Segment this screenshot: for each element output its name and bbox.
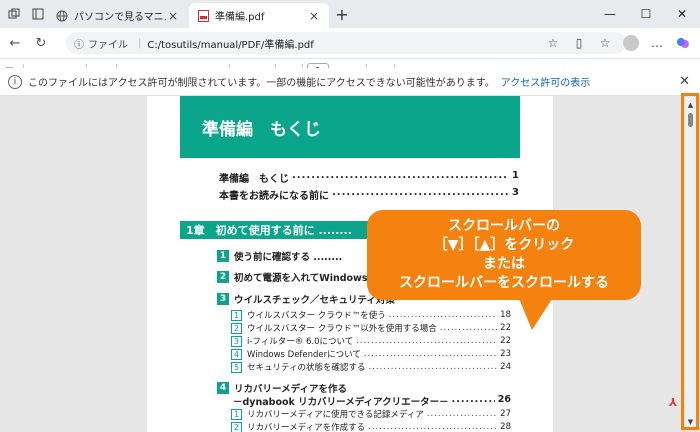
tab-label: パソコンで見るマニュアル <box>74 12 166 23</box>
tab-label: 準備編.pdf <box>215 12 265 23</box>
workspaces-icon[interactable] <box>4 4 24 24</box>
maximize-icon[interactable]: ☐ <box>628 0 664 28</box>
toc-entry[interactable]: 準備編 もくじ ................................… <box>219 170 519 185</box>
adobe-pdf-icon[interactable]: ⅄ <box>666 396 680 410</box>
permission-infobar: i このファイルにはアクセス許可が制限されています。一部の機能にアクセスできない… <box>0 68 700 96</box>
window-close-icon[interactable]: ✕ <box>664 0 700 28</box>
toc-subsection[interactable]: 4 Windows Defenderについて .................… <box>231 348 511 360</box>
back-icon[interactable]: ← <box>4 32 26 54</box>
callout-pointer <box>518 296 554 330</box>
toc-subsection[interactable]: 1 ウイルスバスター クラウド™を使う ....................… <box>231 309 511 321</box>
infobar-message: このファイルにはアクセス許可が制限されています。一部の機能にアクセスできない可能… <box>28 78 495 89</box>
toc-section[interactable]: 3 ウイルスチェック／セキュリティ対策 <box>217 292 395 306</box>
profile-avatar[interactable] <box>620 32 642 54</box>
toc-subsection[interactable]: 2 ウイルスバスター クラウド™以外を使用する場合 ..............… <box>231 322 511 334</box>
tab-manual[interactable]: パソコンで見るマニュアル × <box>48 3 188 28</box>
favorites-icon[interactable]: ☆ <box>594 32 616 54</box>
new-tab-icon[interactable]: + <box>333 5 351 24</box>
toc-subsection[interactable]: 1 リカバリーメディアに使用できる記録メディア ................… <box>231 408 511 420</box>
scrollbar-highlight-frame <box>681 93 699 430</box>
toc-section[interactable]: 1 使う前に確認する ........ <box>217 249 342 263</box>
address-bar-row: ← ↻ ⓘ ファイル | C:/tosutils/manual/PDF/準備編.… <box>0 28 700 58</box>
tab-close-icon[interactable]: × <box>166 9 180 23</box>
tab-actions-icon[interactable] <box>28 4 48 24</box>
instruction-callout: スクロールバーの ［▼］［▲］をクリック または スクロールバーをスクロールする <box>367 210 641 300</box>
info-icon: i <box>8 74 22 89</box>
split-screen-icon[interactable]: ▯ <box>568 32 590 54</box>
address-prefix: ファイル <box>88 39 128 51</box>
favorite-star-icon[interactable]: ☆ <box>542 32 564 54</box>
toc-subsection[interactable]: 2 リカバリーメディアを作成する .......................… <box>231 421 511 432</box>
refresh-icon[interactable]: ↻ <box>30 32 52 54</box>
tab-strip: パソコンで見るマニュアル × 準備編.pdf × + — ☐ ✕ <box>0 0 700 28</box>
minimize-icon[interactable]: — <box>592 0 628 28</box>
toc-section[interactable]: 2 初めて電源を入れてWindows <box>217 270 367 284</box>
copilot-icon[interactable] <box>672 32 694 54</box>
infobar-close-icon[interactable]: ✕ <box>679 74 690 89</box>
info-icon: ⓘ <box>74 39 84 51</box>
page-title: 準備編 もくじ <box>180 96 520 158</box>
toc-section-subtitle[interactable]: －dynabook リカバリーメディアクリエーター－ .............… <box>233 394 511 408</box>
toc-subsection[interactable]: 3 i-フィルター® 6.0について .....................… <box>231 335 511 347</box>
toc-entry[interactable]: 本書をお読みになる前に ............................… <box>219 187 519 202</box>
toc-section[interactable]: 4 リカバリーメディアを作る <box>217 381 347 395</box>
tab-close-icon[interactable]: × <box>307 9 321 23</box>
globe-icon <box>56 10 68 22</box>
tab-pdf[interactable]: 準備編.pdf × <box>189 3 329 28</box>
toc-subsection[interactable]: 5 セキュリティの状態を確認する .......................… <box>231 361 511 373</box>
more-icon[interactable]: … <box>646 32 668 54</box>
pdf-file-icon <box>197 9 209 22</box>
view-permissions-link[interactable]: アクセス許可の表示 <box>501 74 591 89</box>
